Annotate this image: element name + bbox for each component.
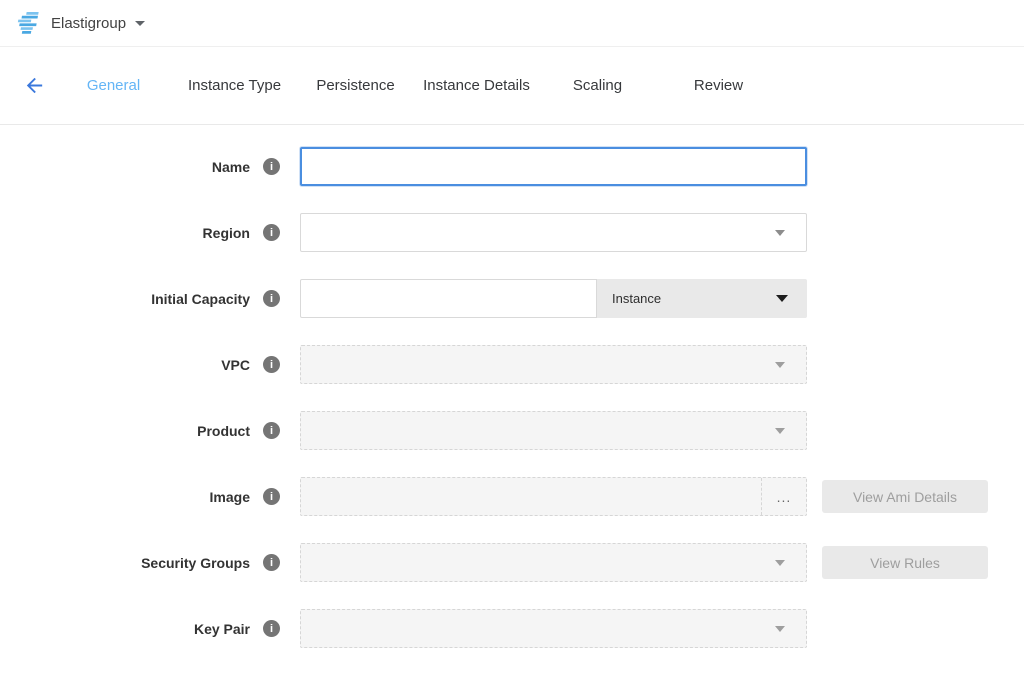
info-icon[interactable]: i — [263, 488, 280, 505]
initial-capacity-input[interactable] — [300, 279, 597, 318]
image-value-field — [301, 478, 761, 515]
form-row-region: Region i — [0, 213, 1024, 252]
form-row-image: Image i ... View Ami Details — [0, 477, 1024, 516]
wizard-tab-bar: General Instance Type Persistence Instan… — [0, 47, 1024, 125]
chevron-down-icon — [775, 560, 785, 566]
vpc-select — [300, 345, 807, 384]
info-icon[interactable]: i — [263, 158, 280, 175]
product-label: Product — [0, 423, 250, 439]
app-title: Elastigroup — [51, 15, 126, 32]
region-label: Region — [0, 225, 250, 241]
view-ami-details-button[interactable]: View Ami Details — [822, 480, 988, 513]
tab-scaling[interactable]: Scaling — [537, 77, 658, 94]
tab-general[interactable]: General — [53, 77, 174, 94]
info-icon[interactable]: i — [263, 554, 280, 571]
image-picker: ... — [300, 477, 807, 516]
form-row-initial-capacity: Initial Capacity i Instance — [0, 279, 1024, 318]
info-icon[interactable]: i — [263, 224, 280, 241]
key-pair-select — [300, 609, 807, 648]
tab-list: General Instance Type Persistence Instan… — [53, 77, 779, 94]
form-row-key-pair: Key Pair i — [0, 609, 1024, 648]
region-select[interactable] — [300, 213, 807, 252]
chevron-down-icon — [775, 230, 785, 236]
capacity-unit-value: Instance — [612, 291, 661, 306]
info-icon[interactable]: i — [263, 620, 280, 637]
tab-persistence[interactable]: Persistence — [295, 77, 416, 94]
elastigroup-menu[interactable]: Elastigroup — [13, 10, 145, 36]
initial-capacity-label: Initial Capacity — [0, 291, 250, 307]
name-label: Name — [0, 159, 250, 175]
key-pair-label: Key Pair — [0, 621, 250, 637]
view-rules-button[interactable]: View Rules — [822, 546, 988, 579]
image-label: Image — [0, 489, 250, 505]
product-select — [300, 411, 807, 450]
chevron-down-icon — [776, 295, 788, 302]
form-row-security-groups: Security Groups i View Rules — [0, 543, 1024, 582]
form-row-vpc: VPC i — [0, 345, 1024, 384]
chevron-down-icon — [775, 428, 785, 434]
elastigroup-logo-icon — [13, 10, 41, 36]
info-icon[interactable]: i — [263, 422, 280, 439]
chevron-down-icon — [135, 21, 145, 26]
name-input[interactable] — [300, 147, 807, 186]
general-form: Name i Region i Initial Capacity i Insta… — [0, 125, 1024, 648]
back-arrow-icon — [23, 74, 46, 97]
capacity-unit-select[interactable]: Instance — [597, 279, 807, 318]
info-icon[interactable]: i — [263, 356, 280, 373]
security-groups-label: Security Groups — [0, 555, 250, 571]
image-browse-button[interactable]: ... — [761, 478, 806, 515]
info-icon[interactable]: i — [263, 290, 280, 307]
tab-instance-details[interactable]: Instance Details — [416, 77, 537, 94]
back-button[interactable] — [19, 71, 49, 101]
form-row-product: Product i — [0, 411, 1024, 450]
app-header: Elastigroup — [0, 0, 1024, 47]
form-row-name: Name i — [0, 147, 1024, 186]
vpc-label: VPC — [0, 357, 250, 373]
chevron-down-icon — [775, 362, 785, 368]
security-groups-select — [300, 543, 807, 582]
chevron-down-icon — [775, 626, 785, 632]
tab-review[interactable]: Review — [658, 77, 779, 94]
tab-instance-type[interactable]: Instance Type — [174, 77, 295, 94]
